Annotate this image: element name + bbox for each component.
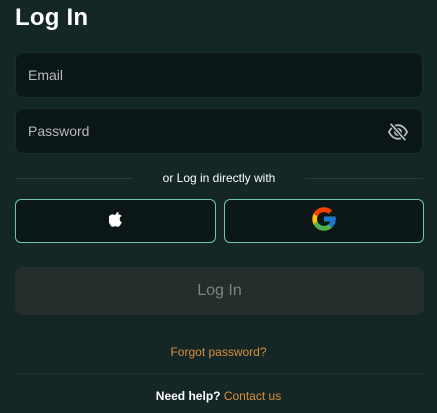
email-input[interactable] [16, 53, 422, 97]
apple-login-button[interactable] [15, 199, 216, 243]
contact-us-link[interactable]: Contact us [224, 389, 281, 403]
google-icon [310, 205, 338, 238]
footer-divider [15, 373, 423, 374]
divider-line-right [305, 178, 423, 179]
google-login-button[interactable] [224, 199, 424, 243]
eye-off-icon[interactable] [387, 122, 409, 142]
email-field-container[interactable] [15, 52, 423, 98]
social-divider: or Log in directly with [15, 170, 423, 188]
password-input[interactable] [16, 109, 422, 153]
apple-icon [107, 211, 123, 232]
forgot-password-link[interactable]: Forgot password? [0, 345, 437, 359]
login-button[interactable]: Log In [15, 267, 424, 315]
page-title: Log In [15, 4, 89, 31]
password-field-container[interactable] [15, 108, 423, 154]
help-text: Need help? [155, 389, 221, 403]
help-row: Need help? Contact us [0, 389, 437, 403]
